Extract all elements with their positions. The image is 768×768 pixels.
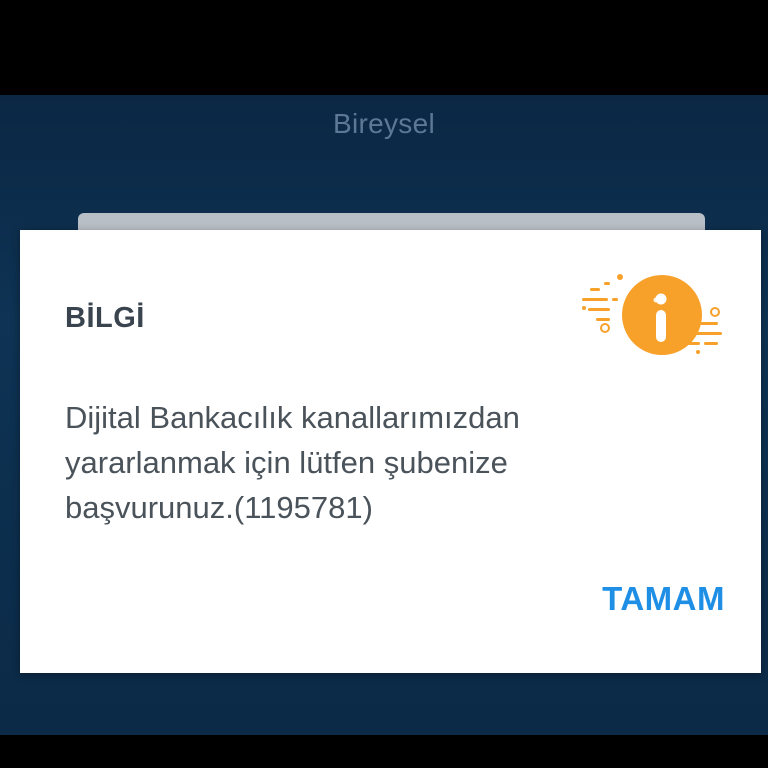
screen: Bireysel BİLGİ Dijital Bankacılık kanall…	[0, 0, 768, 768]
info-dialog: BİLGİ Dijital Bankacılık kanallarımızdan…	[20, 230, 761, 673]
dialog-title: BİLGİ	[65, 302, 145, 334]
ok-button[interactable]: TAMAM	[602, 580, 725, 618]
dialog-message: Dijital Bankacılık kanallarımızdan yarar…	[65, 400, 520, 525]
app-title: Bireysel	[333, 108, 435, 139]
info-icon	[582, 274, 722, 355]
